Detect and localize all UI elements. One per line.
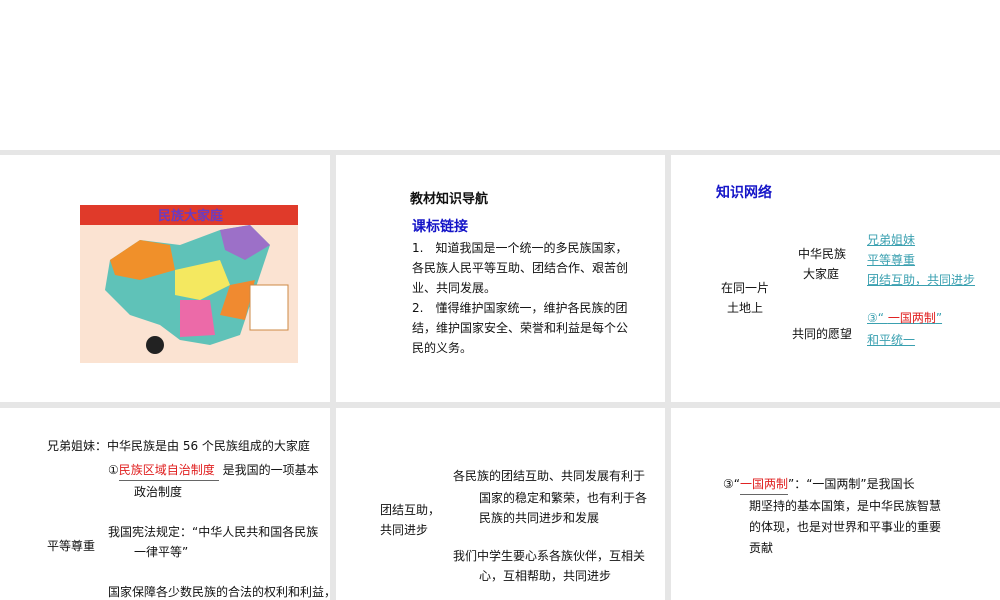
text-line: 期坚持的基本国策，是中华民族智慧: [749, 499, 942, 513]
slide-6[interactable]: ③“一国两制”：“一国两制”是我国长 期坚持的基本国策，是中华民族智慧 的体现，…: [671, 408, 1000, 600]
ethnic-map-image: 民族大家庭: [80, 205, 298, 363]
text-line: 一律平等”: [134, 545, 189, 559]
text-line: 业、共同发展。: [412, 281, 497, 295]
label: 兄弟姐妹：: [47, 439, 108, 453]
slide-4[interactable]: 兄弟姐妹：中华民族是由 56 个民族组成的大家庭 ①民族区域自治制度 是我国的一…: [0, 408, 330, 600]
slide-5[interactable]: 团结互助， 共同进步 各民族的团结互助、共同发展有利于 国家的稳定和繁荣，也有利…: [336, 408, 665, 600]
root-node: 土地上: [727, 301, 764, 315]
text-line: 民族的共同进步和发展: [479, 511, 600, 525]
text-line: 政治制度: [134, 485, 183, 499]
text-line: 国家的稳定和繁荣，也有利于各: [479, 491, 648, 505]
svg-text:民族大家庭: 民族大家庭: [158, 208, 224, 224]
text-line: 贡献: [749, 541, 774, 555]
leaf-link[interactable]: 和平统一: [867, 330, 915, 350]
label: 兄弟姐妹：中华民族是由 56 个民族组成的大家庭: [47, 436, 310, 456]
text: 是我国的一项基本: [218, 463, 319, 477]
text-line: 我们中学生要心系各族伙伴，互相关: [453, 549, 646, 563]
answer-text: 民族区域自治制度: [118, 460, 219, 481]
text-line: 心，互相帮助，共同进步: [479, 569, 612, 583]
label: 共同进步: [380, 523, 429, 537]
slide-1[interactable]: 民族大家庭: [0, 155, 330, 402]
text: ”：“一国两制”是我国长: [788, 477, 915, 491]
text: ③“: [723, 477, 740, 491]
text: ”: [935, 311, 943, 325]
text: ③“: [867, 311, 884, 325]
text-line: 国家保障各少数民族的合法的权利和利益，: [108, 585, 330, 599]
text-line: ③“一国两制”：“一国两制”是我国长: [723, 474, 915, 495]
root-node: 在同一片: [721, 281, 770, 295]
text-line: ①民族区域自治制度 是我国的一项基本: [108, 460, 319, 481]
text: 中华民族是由 56 个民族组成的大家庭: [107, 439, 310, 453]
subheading: 课标链接: [412, 219, 468, 235]
text-line: 民的义务。: [412, 341, 473, 355]
branch-node: 共同的愿望: [792, 327, 853, 341]
text-line: 各民族的团结互助、共同发展有利于: [453, 469, 646, 483]
branch-node: 大家庭: [803, 267, 840, 281]
branch-node: 中华民族: [798, 247, 847, 261]
heading: 知识网络: [716, 185, 772, 201]
leaf-link[interactable]: 兄弟姐妹: [867, 230, 915, 250]
leaf-link[interactable]: ③“ 一国两制”: [867, 308, 942, 328]
label: 平等尊重: [47, 539, 96, 553]
text-line: 1. 知道我国是一个统一的多民族国家，: [412, 241, 628, 255]
slide-2[interactable]: 教材知识导航 课标链接 1. 知道我国是一个统一的多民族国家， 各民族人民平等互…: [336, 155, 665, 402]
leaf-link[interactable]: 团结互助，共同进步: [867, 270, 975, 290]
text-line: 的体现，也是对世界和平事业的重要: [749, 520, 942, 534]
answer-text: 一国两制: [887, 311, 936, 325]
answer-text: 一国两制: [739, 474, 788, 495]
text-line: 2. 懂得维护国家统一，维护各民族的团: [412, 301, 628, 315]
label: 团结互助，: [380, 503, 441, 517]
slide-3[interactable]: 知识网络 在同一片 土地上 中华民族 大家庭 共同的愿望 兄弟姐妹 平等尊重 团…: [671, 155, 1000, 402]
text-line: 各民族人民平等互助、团结合作、艰苦创: [412, 261, 629, 275]
text-line: 结，维护国家安全、荣誉和利益是每个公: [412, 321, 629, 335]
text-line: 我国宪法规定：“中华人民共和国各民族: [108, 525, 319, 539]
leaf-link[interactable]: 平等尊重: [867, 250, 915, 270]
number: ①: [108, 463, 119, 477]
heading: 教材知识导航: [410, 192, 489, 207]
